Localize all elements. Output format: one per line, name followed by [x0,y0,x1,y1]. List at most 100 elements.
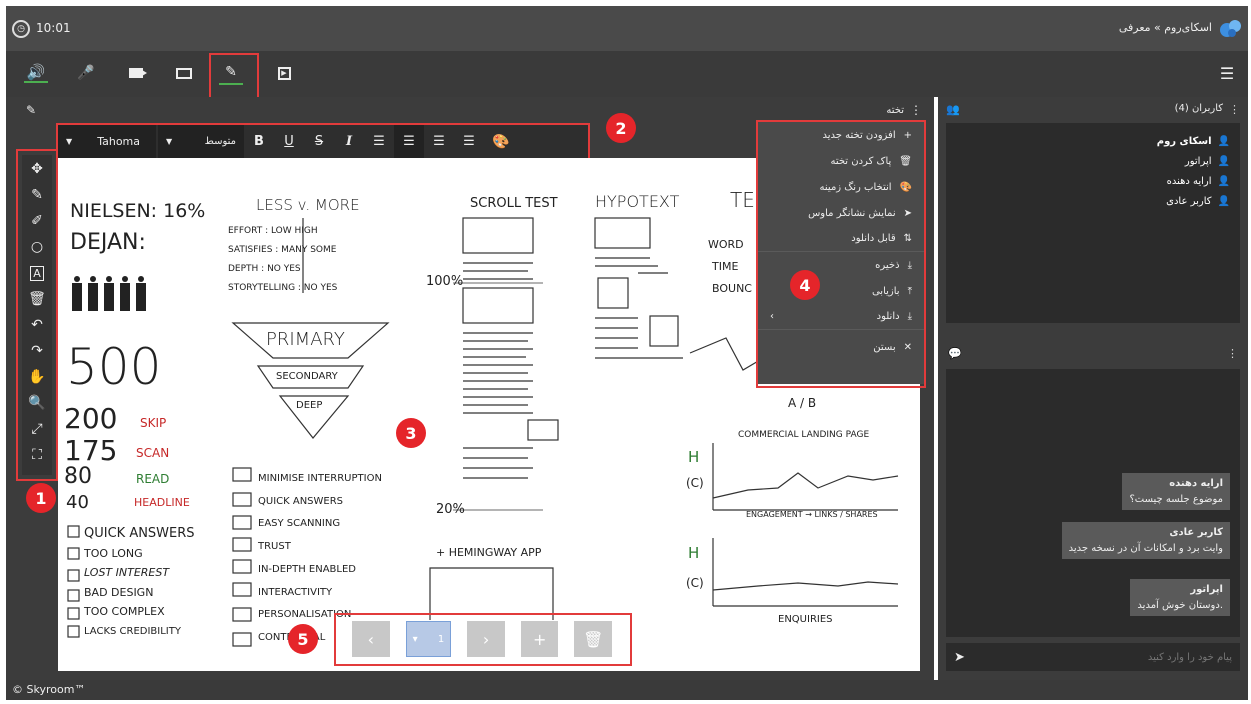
sketch-c-1: (C) [686,476,704,490]
lm-row-1: EFFORT : LOW HIGH [228,226,318,236]
sketch-dejan: DEJAN: [70,230,146,255]
sketch-scroll-test: SCROLL TEST [470,196,558,211]
chat-messages: ارایه دهنده موضوع جلسه چیست؟ کاربر عادی وا… [946,369,1240,637]
sketch-primary: PRIMARY [266,329,345,350]
board-title: تخته [886,104,904,116]
sketch-word: WORD [708,238,744,251]
lm-row-2: SATISFIES : MANY SOME [228,245,337,255]
chat-message: ارایه دهنده موضوع جلسه چیست؟ [1122,473,1230,510]
sketch-less-more: LESS v. MORE [256,196,360,214]
sketch-skip: SKIP [140,416,167,430]
sketch-commercial: COMMERCIAL LANDING PAGE [738,430,870,440]
chat-input-bar: ➤ [946,643,1240,671]
users-icon: 👥 [946,102,960,116]
mid-check-3: EASY SCANNING [258,518,341,530]
sketch-enquiries: ENQUIRIES [778,614,833,625]
sketch-engagement: ENGAGEMENT → LINKS / SHARES [746,510,878,519]
sketch-80: 80 [64,464,92,489]
mid-check-2: QUICK ANSWERS [258,495,344,507]
sketch-175: 175 [64,434,118,467]
clock-icon: ◷ [12,20,30,38]
sketch-40: 40 [66,492,89,513]
left-check-5: TOO COMPLEX [84,605,165,618]
user-row[interactable]: ارایه دهنده 👤 [956,171,1230,191]
sketch-read: READ [136,472,170,486]
user-icon: 👤 [1217,135,1230,147]
left-check-6: LACKS CREDIBILITY [84,625,181,637]
badge-4: 4 [790,270,820,300]
sketch-h-1: H [688,448,700,466]
badge-2: 2 [606,113,636,143]
users-more-icon[interactable]: ⋮ [1229,103,1240,116]
sketch-500: 500 [66,338,162,396]
session-time: 10:01 [36,21,71,35]
sketch-h-2: H [688,544,700,562]
left-check-4: BAD DESIGN [84,585,154,599]
users-title: کاربران (4) [1174,102,1223,114]
top-bar: ◷ 10:01 اسکای‌روم » معرفی [6,6,1248,51]
pen-icon: ✎ [26,103,37,117]
main-toolbar: 🔊 🎤 ✎ ▶ ☰ [6,51,1248,99]
left-check-1: QUICK ANSWERS [84,526,195,541]
sketch-100: 100% [426,274,464,289]
send-icon[interactable]: ➤ [954,650,965,665]
highlight-pager [334,613,632,666]
screen-share-icon[interactable] [172,63,196,83]
left-check-list: QUICK ANSWERS TOO LONG LOST INTEREST BAD… [84,524,195,641]
lm-row-4: STORYTELLING : NO YES [228,283,338,293]
sketch-hemingway: + HEMINGWAY APP [436,546,542,559]
sketch-deep: DEEP [296,400,323,411]
user-row[interactable]: اپراتور 👤 [956,151,1230,171]
user-row[interactable]: اسکای روم 👤 [956,131,1230,151]
sketch-headline: HEADLINE [134,496,190,509]
mid-check-6: INTERACTIVITY [258,586,333,598]
sketch-ab: A / B [788,396,817,410]
mic-off-icon[interactable]: 🎤 [74,63,98,83]
less-more-rows: EFFORT : LOW HIGH SATISFIES : MANY SOME … [228,222,337,298]
highlight-board-menu [756,120,926,388]
sketch-c-2: (C) [686,576,704,590]
sketch-te: TE [730,188,755,212]
badge-5: 5 [288,624,318,654]
sketch-200: 200 [64,402,118,435]
skyroom-logo-icon [1220,20,1241,37]
sketch-secondary: SECONDARY [276,371,338,382]
sketch-time: TIME [712,260,739,273]
speaker-icon[interactable]: 🔊 [24,63,48,83]
user-row[interactable]: کاربر عادی 👤 [956,191,1230,211]
left-check-3: LOST INTEREST [84,566,170,579]
user-icon: 👤 [1217,195,1230,207]
chat-header: 💬 ⋮ [938,341,1248,365]
user-icon: 👤 [1217,175,1230,187]
sketch-nielsen: NIELSEN: 16% [70,200,206,222]
badge-1: 1 [26,483,56,513]
sketch-bounc: BOUNC [712,282,752,295]
sketch-scan: SCAN [136,446,170,460]
mid-check-5: IN-DEPTH ENABLED [258,563,356,575]
chat-input[interactable] [964,651,1232,663]
sketch-20: 20% [436,502,465,517]
users-header: 👥 کاربران (4) ⋮ [938,97,1248,121]
chat-message: کاربر عادی وایت برد و امکانات آن در نسخه … [1061,522,1230,559]
chat-more-icon[interactable]: ⋮ [1227,347,1238,360]
side-panel: 👥 کاربران (4) ⋮ اسکای روم 👤 اپراتور 👤 ارایه… [938,97,1248,680]
camera-icon[interactable] [124,63,148,83]
chat-icon: 💬 [948,346,962,360]
menu-icon[interactable]: ☰ [1218,64,1236,83]
mid-check-1: MINIMISE INTERRUPTION [258,473,382,484]
user-icon: 👤 [1217,155,1230,167]
left-check-2: TOO LONG [84,546,143,560]
highlight-tools [16,149,58,481]
users-list: اسکای روم 👤 اپراتور 👤 ارایه دهنده 👤 کاربر ع… [946,123,1240,323]
mid-check-4: TRUST [258,541,291,553]
highlight-format-toolbar [56,123,590,160]
chat-message: اپراتور دوستان خوش آمدید. [1130,579,1230,616]
media-play-icon[interactable]: ▶ [272,63,296,83]
badge-3: 3 [396,418,426,448]
lm-row-3: DEPTH : NO YES [228,264,301,274]
highlight-whiteboard-tab [209,53,259,99]
footer: © Skyroom™ [6,680,1248,700]
board-more-icon[interactable]: ⋮ [910,103,922,117]
breadcrumb[interactable]: اسکای‌روم » معرفی [1119,21,1212,34]
sketch-hypotext: HYPOTEXT [595,192,680,211]
